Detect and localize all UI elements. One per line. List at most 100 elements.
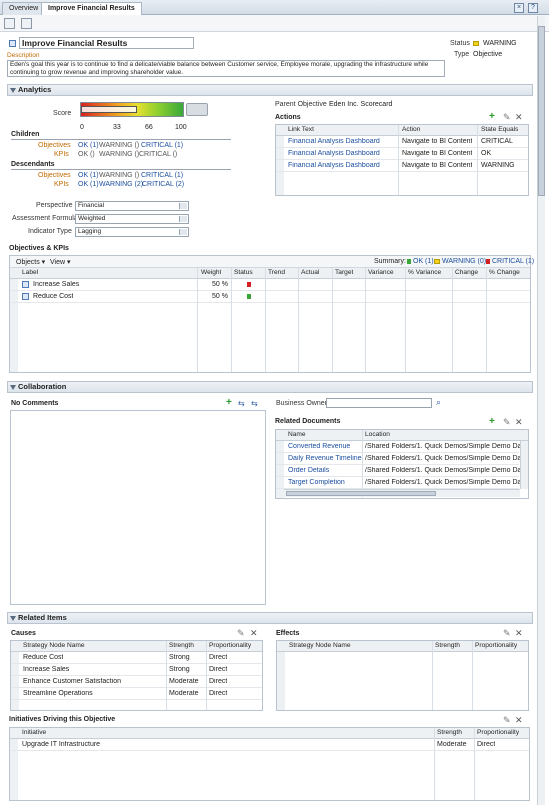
docs-hscroll-thumb[interactable] [286, 491, 436, 496]
desc-kpi-critical[interactable]: CRITICAL (2) [142, 181, 184, 188]
delete-initiatives-icon[interactable]: ✕ [515, 715, 523, 726]
table-row[interactable]: Order Details /Shared Folders/1. Quick D… [276, 465, 520, 477]
objective-title[interactable]: Improve Financial Results [19, 37, 194, 49]
action-link-text[interactable]: Financial Analysis Dashboard [288, 150, 380, 157]
col-variance[interactable]: Variance [368, 268, 394, 278]
col-pct-variance[interactable]: % Variance [408, 268, 441, 278]
table-row[interactable]: Financial Analysis Dashboard Navigate to… [276, 136, 528, 148]
desc-kpi-ok[interactable]: OK (1) [78, 181, 99, 188]
delete-document-icon[interactable]: ✕ [515, 417, 523, 428]
add-document-icon[interactable]: + [489, 416, 495, 427]
edit-action-icon[interactable]: ✎ [503, 112, 511, 123]
collaboration-section-header[interactable]: Collaboration [7, 381, 533, 393]
table-row[interactable]: Upgrade IT Infrastructure Moderate Direc… [10, 739, 529, 751]
doc-name[interactable]: Target Completion [288, 479, 362, 486]
col-target[interactable]: Target [335, 268, 353, 278]
edit-causes-icon[interactable]: ✎ [237, 628, 245, 639]
desc-obj-critical[interactable]: CRITICAL (1) [141, 172, 183, 179]
delete-effects-icon[interactable]: ✕ [515, 628, 523, 639]
init-col-proportionality[interactable]: Proportionality [477, 728, 519, 738]
row-label[interactable]: Reduce Cost [33, 293, 73, 300]
actions-col-link-text[interactable]: Link Text [288, 125, 314, 135]
reply-icon[interactable]: ⇆ [238, 399, 245, 408]
action-link-text[interactable]: Financial Analysis Dashboard [288, 138, 380, 145]
actions-col-state-equals[interactable]: State Equals [481, 125, 518, 135]
children-obj-critical[interactable]: CRITICAL (1) [141, 142, 183, 149]
page-scrollbar[interactable] [537, 16, 545, 805]
causes-col-strength[interactable]: Strength [169, 641, 194, 651]
search-icon[interactable]: ⌕ [436, 397, 441, 408]
init-col-strength[interactable]: Strength [437, 728, 462, 738]
doc-name[interactable]: Order Details [288, 467, 362, 474]
table-row[interactable]: Streamline Operations Moderate Direct [11, 688, 262, 700]
summary-ok[interactable]: OK (1) [413, 258, 434, 265]
initiative-name[interactable]: Upgrade IT Infrastructure [22, 741, 100, 748]
view-menu[interactable]: View ▾ [50, 258, 71, 266]
comments-area[interactable] [10, 410, 266, 605]
help-icon[interactable]: ? [528, 3, 538, 13]
effects-col-name[interactable]: Strategy Node Name [289, 641, 351, 651]
scrollbar-thumb[interactable] [538, 26, 545, 196]
action-link-text[interactable]: Financial Analysis Dashboard [288, 162, 380, 169]
edit-initiatives-icon[interactable]: ✎ [503, 715, 511, 726]
cause-name[interactable]: Reduce Cost [23, 654, 63, 661]
edit-document-icon[interactable]: ✎ [503, 417, 511, 428]
desc-obj-ok[interactable]: OK (1) [78, 172, 99, 179]
col-label[interactable]: Label [22, 268, 38, 278]
children-obj-warning[interactable]: WARNING () [99, 142, 139, 149]
col-actual[interactable]: Actual [301, 268, 319, 278]
description-field[interactable]: Eden's goal this year is to continue to … [7, 60, 445, 77]
summary-warning[interactable]: WARNING (0) [442, 258, 486, 265]
assessment-formula-select[interactable]: Weighted [75, 214, 189, 224]
col-change[interactable]: Change [455, 268, 478, 278]
col-trend[interactable]: Trend [268, 268, 285, 278]
save-icon[interactable] [4, 18, 15, 29]
business-owner-input[interactable] [326, 398, 432, 408]
table-row[interactable]: Reduce Cost Strong Direct [11, 652, 262, 664]
edit-icon[interactable] [21, 18, 32, 29]
cause-name[interactable]: Increase Sales [23, 666, 69, 673]
col-pct-change[interactable]: % Change [489, 268, 520, 278]
delete-action-icon[interactable]: ✕ [515, 112, 523, 123]
docs-col-name[interactable]: Name [288, 430, 306, 440]
effects-col-proportionality[interactable]: Proportionality [475, 641, 517, 651]
parent-objective-value[interactable]: Eden Inc. Scorecard [329, 101, 392, 108]
docs-vertical-scrollbar[interactable] [520, 441, 528, 489]
reply-all-icon[interactable]: ⇆ [251, 399, 258, 408]
doc-name[interactable]: Daily Revenue Timeline [288, 455, 362, 462]
table-row[interactable]: Enhance Customer Satisfaction Moderate D… [11, 676, 262, 688]
perspective-select[interactable]: Financial [75, 201, 189, 211]
indicator-type-select[interactable]: Lagging [75, 227, 189, 237]
add-action-icon[interactable]: + [489, 111, 495, 122]
cause-name[interactable]: Streamline Operations [23, 690, 93, 697]
delete-causes-icon[interactable]: ✕ [250, 628, 258, 639]
related-items-section-header[interactable]: Related Items [7, 612, 533, 624]
children-obj-ok[interactable]: OK (1) [78, 142, 99, 149]
analytics-section-header[interactable]: Analytics [7, 84, 533, 96]
children-kpi-critical[interactable]: CRITICAL () [139, 151, 177, 158]
objects-menu[interactable]: Objects ▾ [16, 258, 45, 266]
doc-name[interactable]: Converted Revenue [288, 443, 362, 450]
children-kpi-warning[interactable]: WARNING () [99, 151, 139, 158]
desc-obj-warning[interactable]: WARNING () [99, 172, 139, 179]
cause-name[interactable]: Enhance Customer Satisfaction [23, 678, 121, 685]
close-tab-icon[interactable]: × [514, 3, 524, 13]
table-row[interactable]: Increase Sales Strong Direct [11, 664, 262, 676]
docs-horizontal-scrollbar[interactable] [284, 489, 520, 497]
edit-effects-icon[interactable]: ✎ [503, 628, 511, 639]
summary-critical[interactable]: CRITICAL (1) [492, 258, 534, 265]
effects-col-strength[interactable]: Strength [435, 641, 460, 651]
init-col-initiative[interactable]: Initiative [22, 728, 46, 738]
col-weight[interactable]: Weight [201, 268, 221, 278]
actions-col-action[interactable]: Action [402, 125, 420, 135]
col-status[interactable]: Status [234, 268, 253, 278]
tab-overview[interactable]: Overview [2, 2, 46, 15]
add-comment-icon[interactable]: + [226, 397, 232, 408]
causes-col-name[interactable]: Strategy Node Name [23, 641, 85, 651]
row-label[interactable]: Increase Sales [33, 281, 79, 288]
tab-improve-financial-results[interactable]: Improve Financial Results [41, 2, 142, 16]
table-row[interactable]: Financial Analysis Dashboard Navigate to… [276, 160, 528, 172]
table-row[interactable]: Converted Revenue /Shared Folders/1. Qui… [276, 441, 520, 453]
table-row[interactable]: Target Completion /Shared Folders/1. Qui… [276, 477, 520, 489]
children-kpi-ok[interactable]: OK () [78, 151, 95, 158]
